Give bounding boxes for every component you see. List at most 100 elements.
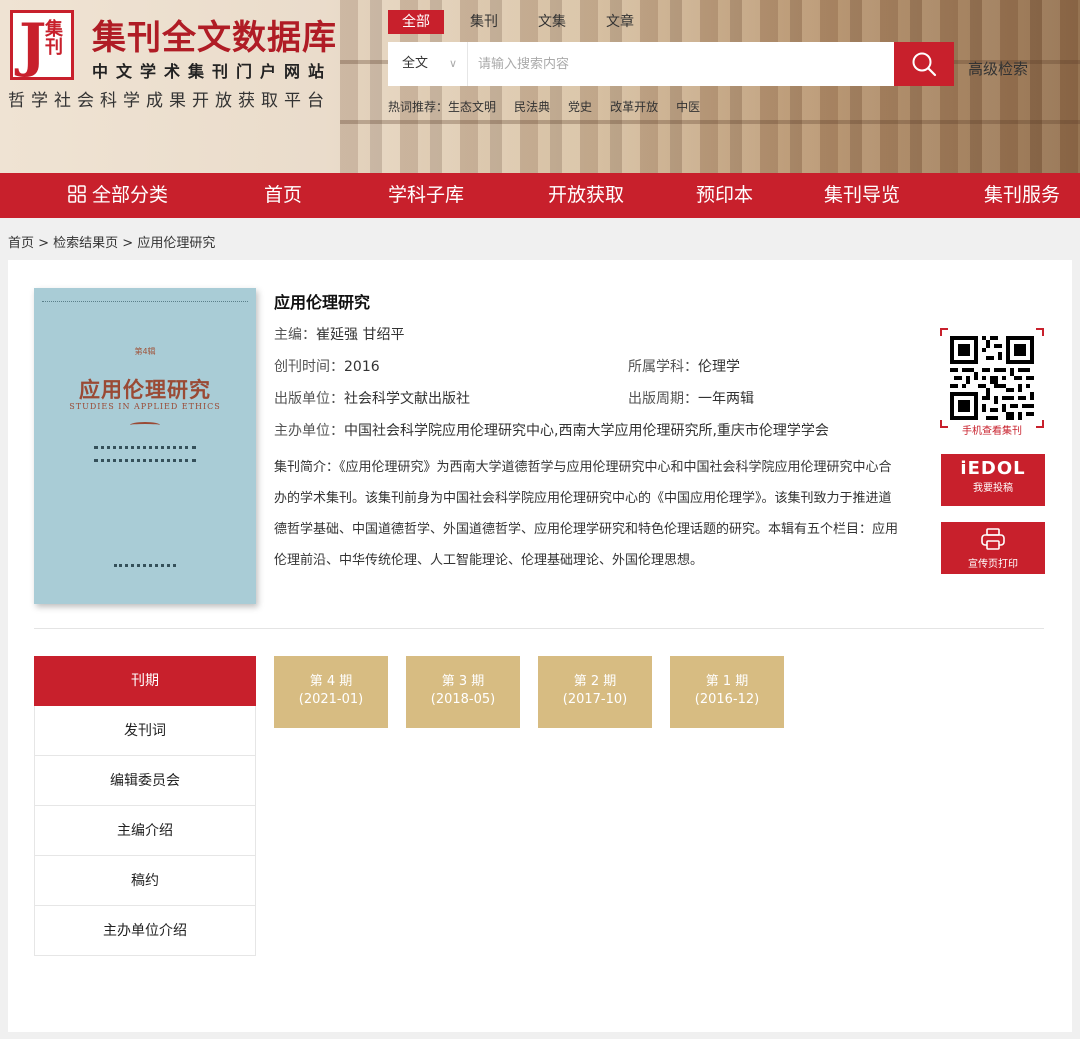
- search-input[interactable]: [468, 42, 894, 86]
- breadcrumb[interactable]: 首页 > 检索结果页 > 应用伦理研究: [8, 232, 215, 251]
- side-menu: 刊期 发刊词 编辑委员会 主编介绍 稿约 主办单位介绍: [34, 656, 256, 956]
- iedol-logo: iEDOL: [960, 458, 1026, 479]
- hot-word-link[interactable]: 党史: [568, 98, 592, 115]
- advanced-search-link[interactable]: 高级检索: [968, 58, 1028, 79]
- search-scope-select[interactable]: 全文 ∨: [388, 42, 468, 86]
- sponsor-label: 主办单位：: [274, 423, 344, 439]
- cycle-value: 一年两辑: [698, 391, 754, 407]
- issue-date: (2021-01): [298, 692, 364, 707]
- subject: 所属学科：伦理学: [628, 356, 740, 376]
- chevron-down-icon: ∨: [448, 57, 457, 70]
- cover-subtitle: STUDIES IN APPLIED ETHICS: [69, 402, 221, 411]
- submit-manuscript-button[interactable]: iEDOL 我要投稿: [941, 454, 1045, 506]
- site-subtitle: 中文学术集刊门户网站: [92, 62, 333, 81]
- hot-word-link[interactable]: 生态文明: [448, 98, 496, 115]
- journal-intro: 集刊简介：《应用伦理研究》为西南大学道德哲学与应用伦理研究中心和中国社会科学院应…: [274, 452, 904, 576]
- nav-label: 全部分类: [92, 184, 169, 206]
- founded-label: 创刊时间：: [274, 359, 344, 375]
- issue-tile[interactable]: 第 4 期 (2021-01): [274, 656, 388, 728]
- nav-home[interactable]: 首页: [264, 173, 302, 218]
- sponsor-value: 中国社会科学院应用伦理研究中心,西南大学应用伦理研究所,重庆市伦理学学会: [344, 423, 829, 439]
- publisher-label: 出版单位：: [274, 391, 344, 407]
- issue-date: (2017-10): [562, 692, 628, 707]
- issue-label: 第 3 期: [441, 674, 485, 689]
- cover-header-line: [42, 301, 248, 307]
- founded: 创刊时间：2016: [274, 356, 380, 376]
- hot-word-link[interactable]: 改革开放: [610, 98, 658, 115]
- hot-word-link[interactable]: 中医: [676, 98, 700, 115]
- intro-label: 集刊简介：: [274, 460, 340, 475]
- qr-label: 手机查看集刊: [962, 426, 1022, 437]
- nav-preprint[interactable]: 预印本: [696, 173, 753, 218]
- nav-collection-service[interactable]: 集刊服务: [984, 173, 1060, 218]
- section-divider: [34, 628, 1044, 629]
- chief-editor-label: 主编：: [274, 327, 316, 343]
- search-tab-collection[interactable]: 集刊: [456, 10, 512, 34]
- side-menu-chief-editor[interactable]: 主编介绍: [34, 806, 256, 856]
- publisher: 出版单位：社会科学文献出版社: [274, 388, 470, 408]
- search-tab-article[interactable]: 文章: [592, 10, 648, 34]
- site-slogan: 哲学社会科学成果开放获取平台: [8, 91, 330, 111]
- hot-words-label: 热词推荐：: [388, 100, 449, 114]
- issue-tile[interactable]: 第 1 期 (2016-12): [670, 656, 784, 728]
- qr-code-icon: [950, 336, 1034, 420]
- subject-label: 所属学科：: [628, 359, 698, 375]
- qr-corner: [940, 328, 948, 336]
- issue-tile[interactable]: 第 2 期 (2017-10): [538, 656, 652, 728]
- search-icon: [912, 52, 937, 77]
- logo-text: 集刊: [42, 19, 63, 55]
- search-scope-value: 全文: [402, 56, 429, 71]
- chief-editor-value: 崔延强 甘绍平: [316, 327, 405, 343]
- grid-icon: [68, 185, 86, 203]
- nav-all-categories[interactable]: 全部分类: [68, 173, 168, 218]
- search-tab-anthology[interactable]: 文集: [524, 10, 580, 34]
- search-button[interactable]: [894, 42, 954, 86]
- side-menu-sponsor-intro[interactable]: 主办单位介绍: [34, 906, 256, 956]
- nav-collection-guide[interactable]: 集刊导览: [824, 173, 900, 218]
- shelf-line: [340, 120, 1080, 124]
- chief-editor: 主编：崔延强 甘绍平: [274, 324, 404, 344]
- side-menu-foreword[interactable]: 发刊词: [34, 706, 256, 756]
- issue-label: 第 4 期: [309, 674, 353, 689]
- side-menu-submission-guide[interactable]: 稿约: [34, 856, 256, 906]
- journal-cover: 第4辑 应用伦理研究 STUDIES IN APPLIED ETHICS: [34, 288, 256, 604]
- side-menu-issues[interactable]: 刊期: [34, 656, 256, 706]
- sponsor: 主办单位：中国社会科学院应用伦理研究中心,西南大学应用伦理研究所,重庆市伦理学学…: [274, 420, 829, 440]
- submit-label: 我要投稿: [973, 483, 1013, 494]
- search-tabs: 全部 集刊 文集 文章: [388, 10, 660, 34]
- search-tab-all[interactable]: 全部: [388, 10, 444, 34]
- nav-open-access[interactable]: 开放获取: [548, 173, 624, 218]
- journal-title: 应用伦理研究: [274, 293, 371, 312]
- qr-corner: [1036, 328, 1044, 336]
- subject-value: 伦理学: [698, 359, 740, 375]
- issue-date: (2018-05): [430, 692, 496, 707]
- print-flyer-button[interactable]: 宣传页打印: [941, 522, 1045, 574]
- print-label: 宣传页打印: [968, 559, 1018, 570]
- cycle-label: 出版周期：: [628, 391, 698, 407]
- side-menu-editorial-board[interactable]: 编辑委员会: [34, 756, 256, 806]
- qr-code-panel[interactable]: 手机查看集刊: [940, 328, 1044, 438]
- issue-label: 第 2 期: [573, 674, 617, 689]
- intro-text: 《应用伦理研究》为西南大学道德哲学与应用伦理研究中心和中国社会科学院应用伦理研究…: [274, 460, 899, 568]
- founded-value: 2016: [344, 359, 380, 375]
- search-bar: 全文 ∨: [388, 42, 954, 86]
- issue-date: (2016-12): [694, 692, 760, 707]
- site-logo[interactable]: J 集刊: [10, 10, 74, 80]
- hot-words: 热词推荐： 生态文明 民法典 党史 改革开放 中医: [388, 98, 718, 115]
- cover-editors-text: [94, 446, 196, 462]
- issue-list: 第 4 期 (2021-01) 第 3 期 (2018-05) 第 2 期 (2…: [274, 656, 802, 728]
- main-nav: 全部分类 首页 学科子库 开放获取 预印本 集刊导览 集刊服务: [0, 173, 1080, 218]
- cover-ornament: [130, 422, 160, 428]
- hot-word-link[interactable]: 民法典: [514, 98, 550, 115]
- printer-icon: [981, 528, 1005, 550]
- site-header: J 集刊 集刊全文数据库 中文学术集刊门户网站 哲学社会科学成果开放获取平台 全…: [0, 0, 1080, 173]
- publication-cycle: 出版周期：一年两辑: [628, 388, 754, 408]
- cover-publisher-text: [114, 564, 176, 570]
- issue-tile[interactable]: 第 3 期 (2018-05): [406, 656, 520, 728]
- cover-title: 应用伦理研究: [79, 377, 211, 402]
- journal-detail-card: 第4辑 应用伦理研究 STUDIES IN APPLIED ETHICS 应用伦…: [8, 260, 1072, 1032]
- publisher-value: 社会科学文献出版社: [344, 391, 470, 407]
- cover-edition: 第4辑: [134, 347, 156, 356]
- site-title: 集刊全文数据库: [92, 18, 337, 58]
- nav-subject-library[interactable]: 学科子库: [388, 173, 464, 218]
